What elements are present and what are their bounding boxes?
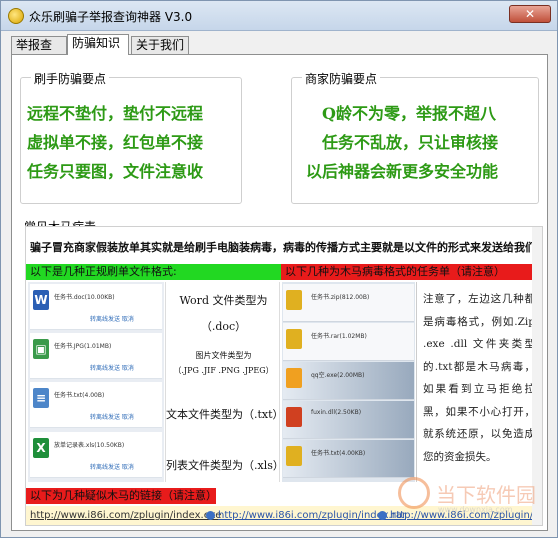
tab-anti-fraud-knowledge[interactable]: 防骗知识 (67, 34, 129, 55)
folder-file-icon (286, 446, 302, 466)
trojan-intro-text: 骗子冒充商家假装放单其实就是给刷手电脑装病毒，病毒的传播方式主要就是以文件的形式… (30, 241, 543, 254)
title-bar[interactable]: 众乐刷骗子举报查询神器 V3.0 ✕ (1, 1, 557, 31)
image-type-ext: （.JPG .JIF .PNG .JPEG） (173, 366, 274, 375)
tab-report-query[interactable]: 举报查询 (11, 36, 67, 69)
file-row: W 任务书.doc(10.00KB) 转离线发送 取消 (30, 284, 162, 330)
word-type-label: Word 文件类型为 (179, 294, 268, 307)
trojan-file-row: 任务书.zip(812.00B) (283, 284, 414, 322)
archive-file-icon (286, 329, 302, 349)
merchant-tips-title: 商家防骗要点 (302, 70, 381, 87)
app-window: 众乐刷骗子举报查询神器 V3.0 ✕ 举报查询 防骗知识 关于我们 刷手防骗要点… (0, 0, 558, 538)
suspicious-link[interactable]: http://www.i86i.com/zplugin/index.exe (30, 506, 221, 525)
trojan-file-name: 任务书.txt(4.00KB) (311, 450, 366, 457)
trojan-file-name: 任务书.zip(812.00B) (311, 294, 370, 301)
trojan-file-row: 任务书.txt(4.00KB) (283, 440, 414, 478)
file-type-descriptions: Word 文件类型为 （.doc） 图片文件类型为 （.JPG .JIF .PN… (165, 282, 284, 482)
brush-tip-line: 任务只要图，文件注意收 (27, 162, 204, 181)
file-name: 任务书.txt(4.00B) (54, 392, 105, 399)
unknown-file-icon (286, 407, 302, 427)
file-transfer-links: 转离线发送 取消 (90, 316, 134, 323)
word-file-icon: W (33, 290, 49, 310)
image-type-label: 图片文件类型为 (195, 351, 252, 360)
close-button[interactable]: ✕ (509, 5, 551, 23)
merchant-tips-group: 商家防骗要点 Q龄不为零，举报不超八 任务不乱放，只让审核接 以后神器会新更多安… (291, 70, 539, 204)
brush-tips-group: 刷手防骗要点 远程不垫付，垫付不远程 虚拟单不接，红包单不接 任务只要图，文件注… (20, 70, 242, 204)
tab-about-us[interactable]: 关于我们 (131, 36, 189, 55)
archive-file-icon (286, 290, 302, 310)
trojan-file-row: fuxin.dll(2.50KB) (283, 401, 414, 439)
trojan-file-name: fuxin.dll(2.50KB) (311, 409, 362, 416)
file-row: ▣ 任务书.JPG(1.01MB) 转离线发送 取消 (30, 333, 162, 379)
text-type-label: 文本文件类型为（.txt） (166, 408, 284, 421)
brush-tip-line: 虚拟单不接，红包单不接 (27, 133, 204, 152)
globe-icon (378, 511, 387, 520)
text-file-icon: ≡ (33, 388, 49, 408)
list-type-label: 列表文件类型为（.xls） (166, 459, 284, 472)
file-row: X 放单记录表.xls(10.50KB) 转离线发送 取消 (30, 432, 162, 478)
file-transfer-links: 转离线发送 取消 (90, 365, 134, 372)
trojan-file-row: 任务书.rar(1.02MB) (283, 323, 414, 361)
normal-file-list: W 任务书.doc(10.00KB) 转离线发送 取消 ▣ 任务书.JPG(1.… (28, 282, 164, 482)
watermark-url: www.downxia.com (438, 505, 513, 514)
file-row: ≡ 任务书.txt(4.00B) 转离线发送 取消 (30, 382, 162, 428)
trojan-formats-banner: 以下几种为木马病毒格式的任务单（请注意） (281, 264, 542, 280)
trojan-file-row: qq空.exe(2.00MB) (283, 362, 414, 400)
file-transfer-links: 转离线发送 取消 (90, 414, 134, 421)
trojan-warning-text: 注意了，左边这几种都是病毒格式，例如.Zip .exe .dll 文件夹类型的.… (416, 282, 540, 482)
suspicious-links-banner: 以下为几种疑似木马的链接（请注意） (26, 488, 217, 504)
window-title: 众乐刷骗子举报查询神器 V3.0 (29, 10, 193, 24)
image-file-icon: ▣ (33, 339, 49, 359)
watermark-logo-icon (398, 477, 430, 509)
normal-formats-banner: 以下是几种正规刷单文件格式: (26, 264, 281, 280)
excel-file-icon: X (33, 438, 49, 458)
merchant-tip-line: 任务不乱放，只让审核接 (322, 133, 499, 152)
file-name: 任务书.doc(10.00KB) (54, 294, 115, 301)
trojan-file-name: 任务书.rar(1.02MB) (311, 333, 367, 340)
brush-tips-title: 刷手防骗要点 (31, 70, 110, 87)
word-type-ext: （.doc） (200, 320, 247, 333)
file-name: 放单记录表.xls(10.50KB) (54, 442, 125, 449)
trojan-file-name: qq空.exe(2.00MB) (311, 372, 365, 379)
brush-tip-line: 远程不垫付，垫付不远程 (27, 104, 204, 123)
executable-file-icon (286, 368, 302, 388)
merchant-tip-line: Q龄不为零，举报不超八 (322, 104, 496, 123)
globe-icon (206, 511, 215, 520)
app-logo-icon (8, 8, 24, 24)
file-name: 任务书.JPG(1.01MB) (54, 343, 112, 350)
trojan-file-list: 任务书.zip(812.00B) 任务书.rar(1.02MB) qq空.exe… (282, 282, 415, 482)
watermark-text: 当下软件园 (436, 483, 536, 507)
merchant-tip-line: 以后神器会新更多安全功能 (306, 162, 499, 181)
file-transfer-links: 转离线发送 取消 (90, 464, 134, 471)
watermark: 当下软件园 www.downxia.com (398, 477, 548, 517)
